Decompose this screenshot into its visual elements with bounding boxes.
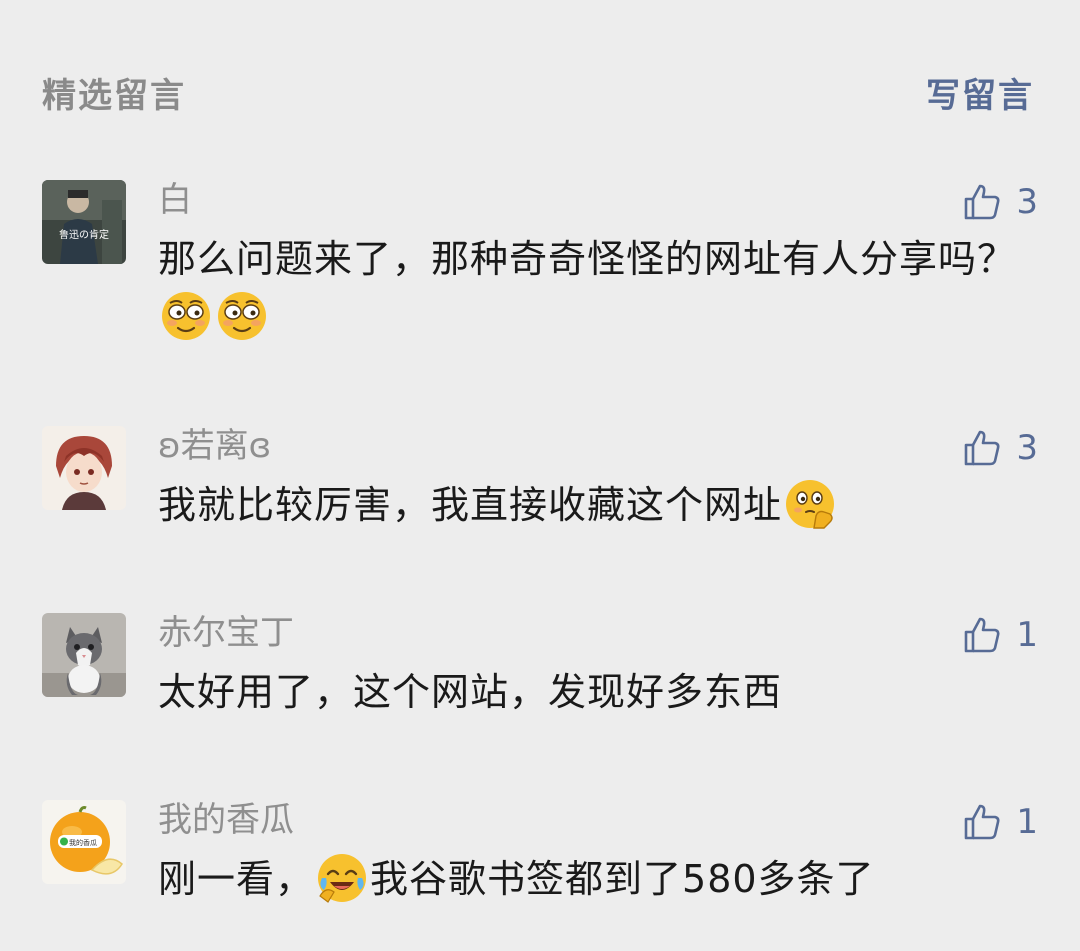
comments-header: 精选留言 写留言 <box>42 68 1034 118</box>
flushed-face-icon <box>218 292 266 340</box>
comment-nickname[interactable]: ʚ若离ɞ <box>158 426 271 466</box>
like-button[interactable]: 3 <box>962 182 1038 222</box>
comment-text: 太好用了，这个网站，发现好多东西 <box>158 663 1038 721</box>
like-count: 3 <box>1016 182 1038 222</box>
like-button[interactable]: 1 <box>962 802 1038 842</box>
comment-text: 刚一看， 我谷歌书签都到了580多条了 <box>158 850 1038 908</box>
crying-laughing-face-icon <box>318 854 367 903</box>
flushed-face-icon <box>162 292 210 340</box>
avatar-caption: 鲁迅の肯定 <box>59 228 109 241</box>
like-button[interactable]: 3 <box>962 428 1038 468</box>
comment-text-part: 那么问题来了，那种奇奇怪怪的网址有人分享吗？ <box>158 237 1017 281</box>
like-button[interactable]: 1 <box>962 615 1038 655</box>
avatar[interactable]: 鲁迅の肯定 <box>42 180 126 264</box>
thinking-face-icon <box>786 480 835 529</box>
thumbs-up-icon <box>965 617 1000 653</box>
comment-text-part: 我就比较厉害，我直接收藏这个网址 <box>158 483 783 527</box>
like-count: 1 <box>1016 802 1038 842</box>
avatar[interactable] <box>42 613 126 697</box>
comment-text: 我就比较厉害，我直接收藏这个网址 <box>158 476 1038 534</box>
avatar[interactable] <box>42 426 126 510</box>
avatar-caption: 我的香瓜 <box>69 838 97 847</box>
comment-text-part: 太好用了，这个网站，发现好多东西 <box>158 670 783 714</box>
comment-text-part: 刚一看， <box>158 857 315 901</box>
comment-text: 那么问题来了，那种奇奇怪怪的网址有人分享吗？ <box>158 230 1038 346</box>
comment-text-part: 我谷歌书签都到了580多条了 <box>370 857 875 901</box>
melon-avatar: 我的香瓜 <box>42 800 126 884</box>
thumbs-up-icon <box>965 430 1000 466</box>
thumbs-up-icon <box>965 184 1000 220</box>
like-count: 1 <box>1016 615 1038 655</box>
featured-comments-title: 精选留言 <box>42 76 186 116</box>
write-comment-button[interactable]: 写留言 <box>926 68 1034 117</box>
comment-nickname[interactable]: 白 <box>158 180 192 220</box>
thumbs-up-icon <box>965 804 1000 840</box>
like-count: 3 <box>1016 428 1038 468</box>
anime-avatar <box>42 426 126 510</box>
person-photo-avatar: 鲁迅の肯定 <box>42 180 126 264</box>
comment-nickname[interactable]: 赤尔宝丁 <box>158 613 294 653</box>
avatar[interactable]: 我的香瓜 <box>42 800 126 884</box>
kitten-avatar <box>42 613 126 697</box>
comment-nickname[interactable]: 我的香瓜 <box>158 800 294 840</box>
